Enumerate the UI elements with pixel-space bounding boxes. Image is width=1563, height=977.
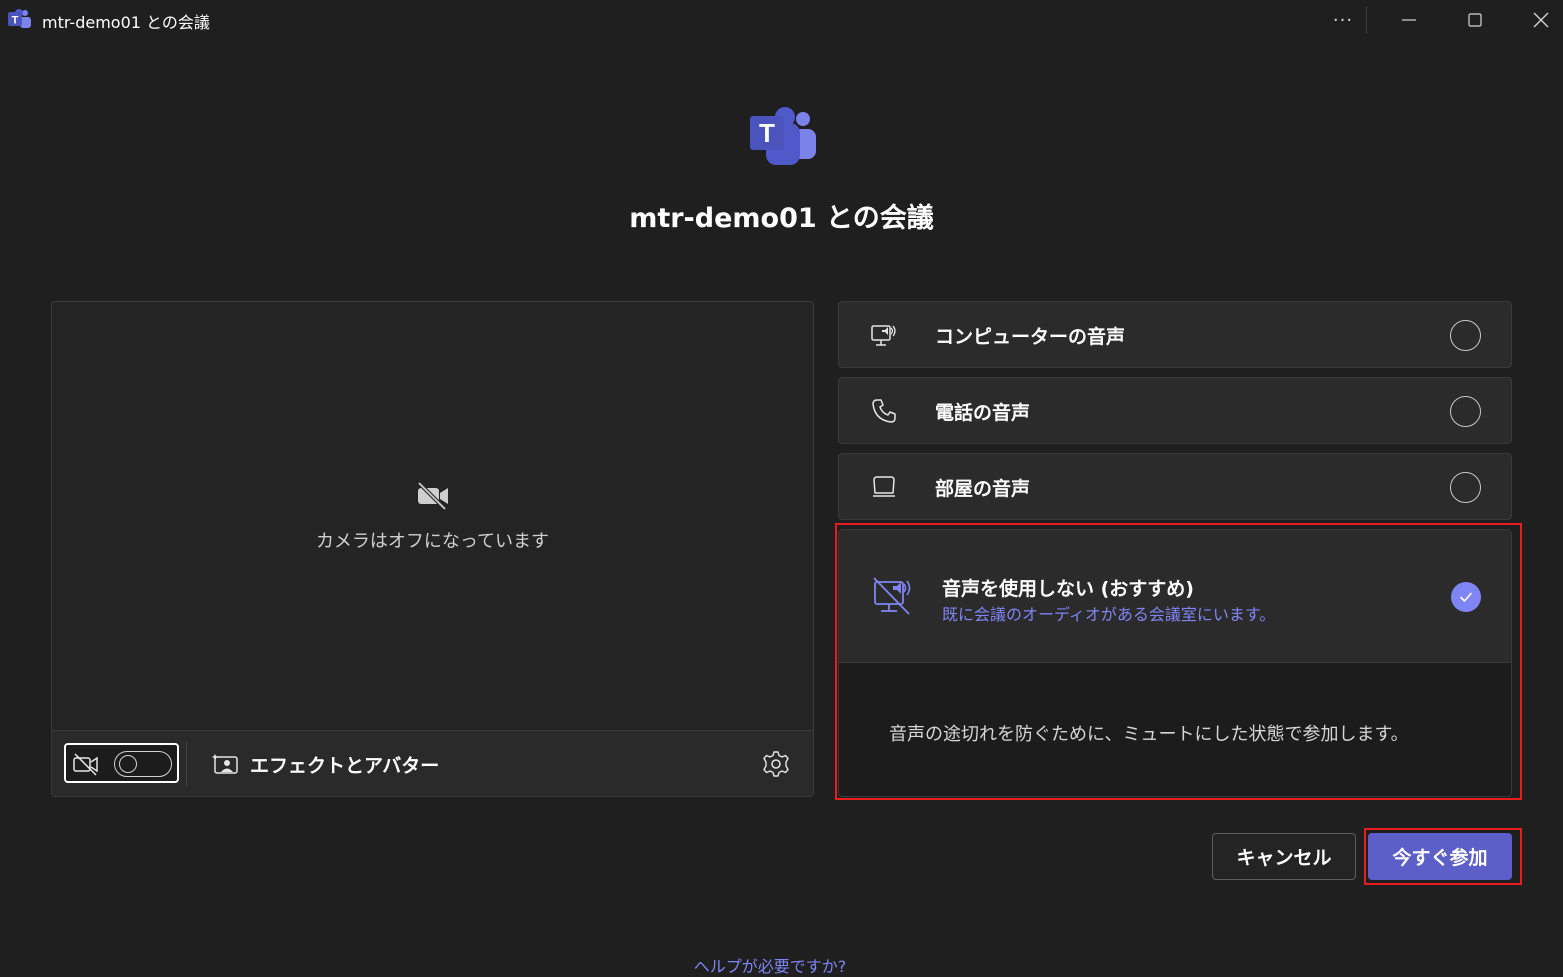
radio-button[interactable] <box>1450 320 1481 351</box>
audio-option-label: 部屋の音声 <box>935 478 1031 500</box>
no-audio-option-header[interactable]: 音声を使用しない (おすすめ) 既に会議のオーディオがある会議室にいます。 <box>839 530 1511 663</box>
title-bar: T mtr-demo01 との会議 ··· <box>0 0 1563 40</box>
minimize-button[interactable] <box>1384 0 1434 40</box>
teams-app-icon: T <box>8 9 31 28</box>
close-icon <box>1533 12 1549 28</box>
video-toolbar: エフェクトとアバター <box>52 730 813 796</box>
room-device-icon <box>873 476 895 497</box>
maximize-icon <box>1468 13 1482 27</box>
effects-person-icon <box>212 754 238 774</box>
close-button[interactable] <box>1516 0 1563 40</box>
radio-button[interactable] <box>1450 396 1481 427</box>
no-audio-subtitle: 既に会議のオーディオがある会議室にいます。 <box>942 605 1276 624</box>
phone-icon <box>872 399 896 423</box>
camera-off-text: カメラはオフになっています <box>315 531 550 552</box>
computer-speaker-icon <box>871 325 896 346</box>
maximize-button[interactable] <box>1450 0 1500 40</box>
help-link[interactable]: ヘルプが必要ですか? <box>0 953 1540 977</box>
no-audio-title: 音声を使用しない (おすすめ) <box>942 578 1194 600</box>
toolbar-divider <box>186 741 187 787</box>
audio-option-phone[interactable]: 電話の音声 <box>838 377 1512 444</box>
join-now-button[interactable]: 今すぐ参加 <box>1368 833 1512 880</box>
audio-option-computer[interactable]: コンピューターの音声 <box>838 301 1512 368</box>
teams-logo: T <box>750 107 816 165</box>
camera-toggle[interactable] <box>64 743 179 783</box>
minimize-icon <box>1402 19 1416 21</box>
effects-label: エフェクトとアバター <box>250 754 440 777</box>
audio-option-label: 電話の音声 <box>935 402 1031 424</box>
audio-option-room[interactable]: 部屋の音声 <box>838 453 1512 520</box>
camera-off-icon <box>417 481 448 511</box>
more-icon: ··· <box>1332 9 1354 31</box>
meeting-title: mtr-demo01 との会議 <box>629 203 934 234</box>
cancel-button[interactable]: キャンセル <box>1212 833 1356 880</box>
svg-text:T: T <box>12 15 19 27</box>
no-audio-note: 音声の途切れを防ぐために、ミュートにした状態で参加します。 <box>889 724 1409 745</box>
svg-text:T: T <box>759 118 775 148</box>
radio-button[interactable] <box>1450 472 1481 503</box>
camera-off-small-icon <box>73 753 98 776</box>
camera-switch[interactable] <box>114 751 172 777</box>
titlebar-divider <box>1366 6 1367 34</box>
effects-avatars-button[interactable]: エフェクトとアバター <box>212 749 439 779</box>
video-preview-panel: カメラはオフになっています エフェクトとアバター <box>51 301 814 797</box>
switch-knob <box>119 755 137 773</box>
audio-option-label: コンピューターの音声 <box>935 326 1126 348</box>
window-title: mtr-demo01 との会議 <box>42 13 210 32</box>
no-audio-icon <box>873 577 911 615</box>
more-options-button[interactable]: ··· <box>1318 0 1368 40</box>
checkmark-icon <box>1460 592 1472 602</box>
selected-check[interactable] <box>1451 582 1481 612</box>
gear-icon[interactable] <box>762 750 790 778</box>
audio-option-no-audio: 音声を使用しない (おすすめ) 既に会議のオーディオがある会議室にいます。 音声… <box>838 529 1512 797</box>
